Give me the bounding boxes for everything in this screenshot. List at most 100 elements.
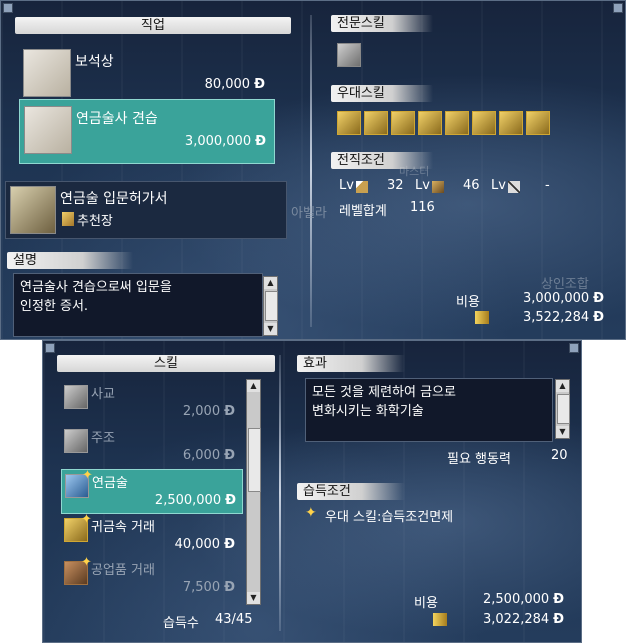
window-corner — [45, 343, 55, 353]
level-value: - — [545, 178, 550, 193]
scroll-down-icon[interactable]: ▼ — [264, 323, 277, 335]
description-header: 설명 — [7, 252, 133, 269]
job-header: 직업 — [15, 17, 291, 34]
trade-skill-icon[interactable] — [445, 111, 469, 135]
job-name: 연금술사 견습 — [76, 111, 158, 127]
casting-skill-icon — [64, 429, 88, 453]
battle-level-icon — [508, 181, 520, 193]
job-change-window: 직업 보석상 80,000 Đ 연금술사 견습 3,000,000 Đ 연금술 입문… — [0, 0, 626, 340]
special-skill-header: 전문스킬 — [331, 15, 433, 32]
scroll-up-icon[interactable]: ▲ — [247, 380, 260, 392]
level-value: 32 — [387, 178, 404, 193]
skill-item-precious-metal-trade[interactable]: ✦ 귀금속 거래 40,000 Đ — [61, 512, 241, 557]
skill-list-scrollbar[interactable]: ▲ ▼ — [246, 379, 261, 605]
level-sum-value: 116 — [410, 200, 435, 215]
skill-price: 6,000 Đ — [182, 448, 235, 463]
window-corner — [613, 3, 623, 13]
skill-name: 귀금속 거래 — [91, 520, 155, 535]
cost-value: 3,000,000 Đ — [523, 291, 605, 306]
skill-learn-window: 스킬 사교 2,000 Đ 주조 6,000 Đ ✦ 연금술 2,500,000 Đ … — [42, 340, 582, 643]
trade-skill-icon[interactable] — [337, 111, 361, 135]
skill-item-industrial-goods-trade[interactable]: ✦ 공업품 거래 7,500 Đ — [61, 555, 241, 600]
trade-skill-header: 우대스킬 — [331, 85, 433, 102]
learn-condition-text: 우대 스킬:습득조건면제 — [325, 510, 454, 525]
action-points-value: 20 — [551, 448, 568, 463]
effect-line: 변화시키는 화학기술 — [312, 404, 424, 419]
alchemy-icon — [24, 106, 72, 154]
certificate-subtitle: 추천장 — [77, 214, 113, 229]
money-icon — [475, 311, 489, 324]
job-price: 80,000 Đ — [204, 77, 265, 92]
learn-condition-header: 습득조건 — [297, 483, 405, 500]
scroll-down-icon[interactable]: ▼ — [556, 426, 569, 438]
skill-price: 2,500,000 Đ — [154, 493, 236, 508]
level-label: Lv — [415, 178, 430, 193]
special-skill-icon[interactable] — [337, 43, 361, 67]
skill-name: 주조 — [91, 431, 115, 446]
skill-price: 40,000 Đ — [174, 537, 235, 552]
skill-header: 스킬 — [57, 355, 275, 372]
certificate-icon — [10, 186, 56, 234]
divider — [310, 15, 312, 327]
level-sum-label: 레벨합계 — [339, 204, 387, 219]
scroll-thumb[interactable] — [557, 394, 570, 424]
trade-skill-icon[interactable] — [526, 111, 550, 135]
skill-name: 연금술 — [92, 476, 128, 491]
effect-box: 모든 것을 제련하여 금으로 변화시키는 화학기술 — [305, 378, 553, 442]
window-corner — [569, 343, 579, 353]
scroll-down-icon[interactable]: ▼ — [247, 592, 260, 604]
adventure-level-icon — [356, 181, 368, 193]
cost-label: 비용 — [456, 295, 480, 310]
trade-skill-icon[interactable] — [499, 111, 523, 135]
description-line: 인정한 증서. — [20, 299, 89, 314]
money-icon — [433, 613, 447, 626]
skill-name: 사교 — [91, 387, 115, 402]
trade-skill-icon[interactable] — [418, 111, 442, 135]
cost-label: 비용 — [414, 596, 438, 611]
description-line: 연금술사 견습으로써 입문을 — [20, 280, 172, 295]
cost-value: 2,500,000 Đ — [483, 592, 565, 607]
description-box: 연금술사 견습으로써 입문을 인정한 증서. — [13, 273, 263, 337]
skill-price: 7,500 Đ — [182, 580, 235, 595]
trade-skill-icon[interactable] — [364, 111, 388, 135]
window-corner — [3, 3, 13, 13]
scroll-up-icon[interactable]: ▲ — [556, 380, 569, 392]
job-item-alchemist-apprentice[interactable]: 연금술사 견습 3,000,000 Đ — [19, 99, 275, 164]
scroll-thumb[interactable] — [248, 428, 261, 492]
skill-price: 2,000 Đ — [182, 404, 235, 419]
certificate-title: 연금술 입문허가서 — [60, 191, 168, 207]
scroll-up-icon[interactable]: ▲ — [264, 277, 277, 289]
skill-name: 공업품 거래 — [91, 563, 155, 578]
social-skill-icon — [64, 385, 88, 409]
action-points-label: 필요 행동력 — [447, 452, 511, 467]
job-name: 보석상 — [75, 54, 114, 70]
trade-skill-icon[interactable] — [472, 111, 496, 135]
learned-count-label: 습득수 — [163, 616, 199, 631]
job-item-jeweler[interactable]: 보석상 80,000 Đ — [19, 43, 273, 106]
scroll-icon — [62, 212, 74, 226]
trade-level-icon — [432, 181, 444, 193]
effect-scrollbar[interactable]: ▲ ▼ — [555, 379, 570, 439]
skill-item-social[interactable]: 사교 2,000 Đ — [61, 381, 241, 424]
job-price: 3,000,000 Đ — [184, 134, 266, 149]
divider — [279, 355, 281, 631]
skill-item-alchemy[interactable]: ✦ 연금술 2,500,000 Đ — [61, 468, 243, 514]
star-icon: ✦ — [305, 505, 317, 521]
effect-header: 효과 — [297, 355, 405, 372]
job-requirement-header: 전직조건 — [331, 152, 433, 169]
background-text: 아벨라 — [291, 206, 327, 221]
background-text: 상인조합 — [541, 277, 589, 292]
level-label: Lv — [339, 178, 354, 193]
level-label: Lv — [491, 178, 506, 193]
money-value: 3,022,284 Đ — [483, 612, 565, 627]
jeweler-icon — [23, 49, 71, 97]
scroll-thumb[interactable] — [265, 291, 278, 321]
learned-count-value: 43/45 — [215, 612, 253, 627]
money-value: 3,522,284 Đ — [523, 310, 605, 325]
description-scrollbar[interactable]: ▲ ▼ — [263, 276, 278, 336]
certificate-box: 연금술 입문허가서 추천장 — [5, 181, 287, 239]
skill-item-casting[interactable]: 주조 6,000 Đ — [61, 425, 241, 468]
level-value: 46 — [463, 178, 480, 193]
trade-skill-icon[interactable] — [391, 111, 415, 135]
effect-line: 모든 것을 제련하여 금으로 — [312, 385, 456, 400]
